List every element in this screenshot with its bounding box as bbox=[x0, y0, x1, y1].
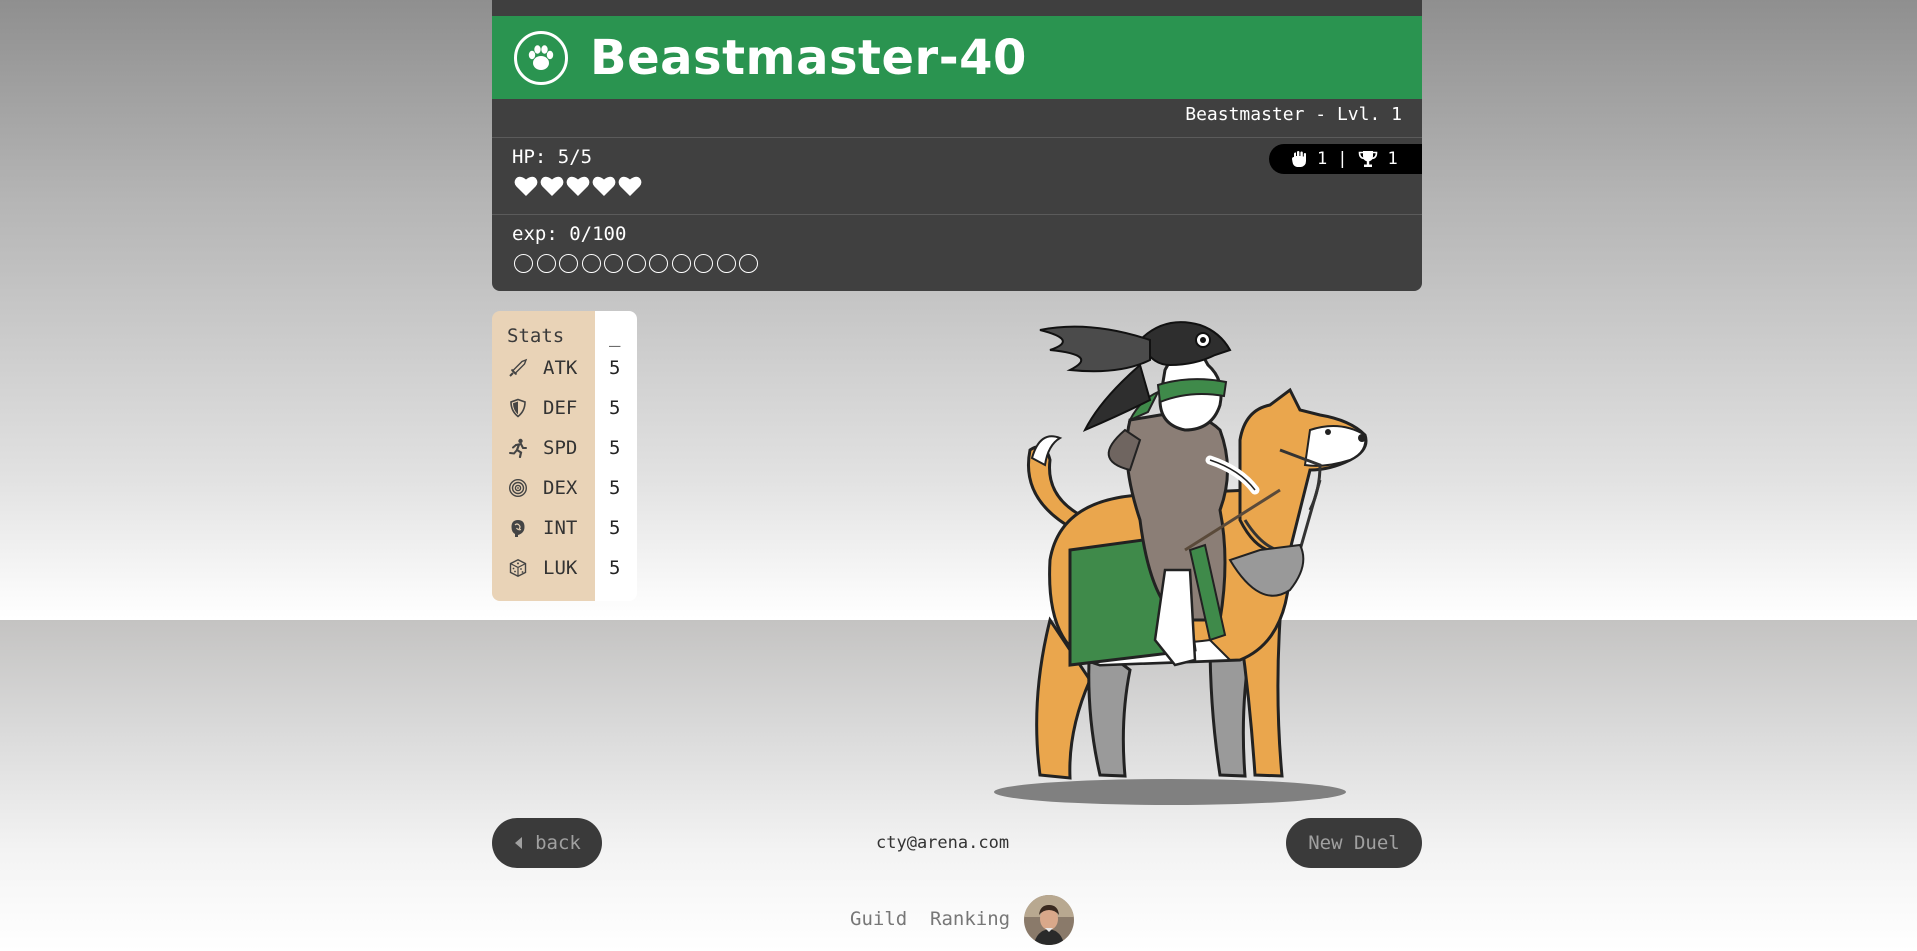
card-top-strip bbox=[492, 0, 1422, 16]
stat-label: LUK bbox=[543, 557, 578, 579]
stat-value-spd: 5 bbox=[609, 437, 621, 459]
exp-dot bbox=[716, 254, 736, 273]
stats-heading: Stats bbox=[507, 325, 565, 347]
exp-progress-dots bbox=[514, 254, 758, 273]
stat-value-int: 5 bbox=[609, 517, 621, 539]
exp-dot bbox=[559, 254, 578, 273]
exp-dot bbox=[694, 254, 713, 273]
stat-value-luk: 5 bbox=[609, 557, 621, 579]
exp-dot bbox=[604, 254, 623, 273]
hp-hearts bbox=[514, 175, 642, 197]
paw-icon bbox=[514, 30, 568, 85]
target-icon bbox=[508, 478, 528, 498]
character-illustration bbox=[994, 321, 1368, 805]
user-avatar[interactable] bbox=[1024, 895, 1074, 945]
back-button[interactable]: back bbox=[492, 818, 602, 868]
duels-count: 1 bbox=[1317, 149, 1328, 169]
stat-row-dex: DEX bbox=[492, 468, 595, 508]
dice-icon bbox=[509, 559, 527, 577]
stat-row-atk: ATK bbox=[492, 348, 595, 388]
stats-labels-column: Stats ATK DEF SPD DEX INT LUK bbox=[492, 311, 595, 601]
heart-icon bbox=[540, 176, 564, 197]
stat-row-def: DEF bbox=[492, 388, 595, 428]
title-banner: Beastmaster-40 bbox=[492, 16, 1422, 99]
new-duel-button[interactable]: New Duel bbox=[1286, 818, 1422, 868]
heart-icon bbox=[566, 176, 590, 197]
guild-link[interactable]: Guild bbox=[850, 908, 907, 930]
heart-icon bbox=[514, 176, 538, 197]
heart-icon bbox=[592, 176, 616, 197]
exp-dot bbox=[649, 254, 668, 273]
stat-row-spd: SPD bbox=[492, 428, 595, 468]
back-label: back bbox=[535, 832, 581, 854]
arena-floor bbox=[0, 620, 1917, 951]
exp-dot bbox=[739, 254, 758, 273]
ranking-link[interactable]: Ranking bbox=[930, 908, 1010, 930]
stat-value-dex: 5 bbox=[609, 477, 621, 499]
class-level: Beastmaster - Lvl. 1 bbox=[492, 99, 1422, 138]
stats-collapse-toggle[interactable]: _ bbox=[595, 311, 637, 348]
stat-label: DEX bbox=[543, 477, 578, 499]
stat-label: DEF bbox=[543, 397, 578, 419]
hp-section: HP: 5/5 1 | 1 bbox=[492, 138, 1422, 215]
stat-label: SPD bbox=[543, 437, 578, 459]
exp-dot bbox=[514, 254, 533, 273]
running-icon bbox=[509, 438, 527, 458]
exp-section: exp: 0/100 bbox=[492, 215, 1422, 291]
trophy-icon bbox=[1358, 151, 1377, 167]
hp-label: HP: 5/5 bbox=[512, 146, 593, 168]
heart-icon bbox=[618, 176, 642, 197]
stat-label: INT bbox=[543, 517, 578, 539]
exp-dot bbox=[536, 254, 556, 273]
stat-label: ATK bbox=[543, 357, 578, 379]
exp-label: exp: 0/100 bbox=[512, 223, 627, 245]
stat-value-atk: 5 bbox=[609, 357, 621, 379]
user-email: cty@arena.com bbox=[876, 833, 1010, 853]
wins-count: 1 bbox=[1387, 149, 1398, 169]
brain-icon bbox=[511, 520, 525, 537]
exp-dot bbox=[626, 254, 646, 273]
duel-record-badge: 1 | 1 bbox=[1269, 144, 1422, 174]
character-card: Beastmaster-40 Beastmaster - Lvl. 1 HP: … bbox=[492, 0, 1422, 291]
exp-dot bbox=[671, 254, 691, 273]
stats-values-column: _ 5 5 5 5 5 5 bbox=[595, 311, 637, 601]
exp-dot bbox=[581, 254, 601, 273]
stats-panel: Stats ATK DEF SPD DEX INT LUK _ 5 5 5 5 … bbox=[492, 311, 637, 601]
fist-icon bbox=[1292, 150, 1306, 167]
sword-icon bbox=[509, 358, 528, 377]
character-name: Beastmaster-40 bbox=[590, 29, 1027, 86]
stat-row-luk: LUK bbox=[492, 548, 595, 588]
shield-icon bbox=[510, 398, 526, 418]
stat-value-def: 5 bbox=[609, 397, 621, 419]
badge-separator: | bbox=[1337, 149, 1348, 169]
stat-row-int: INT bbox=[492, 508, 595, 548]
caret-left-icon bbox=[515, 837, 523, 849]
